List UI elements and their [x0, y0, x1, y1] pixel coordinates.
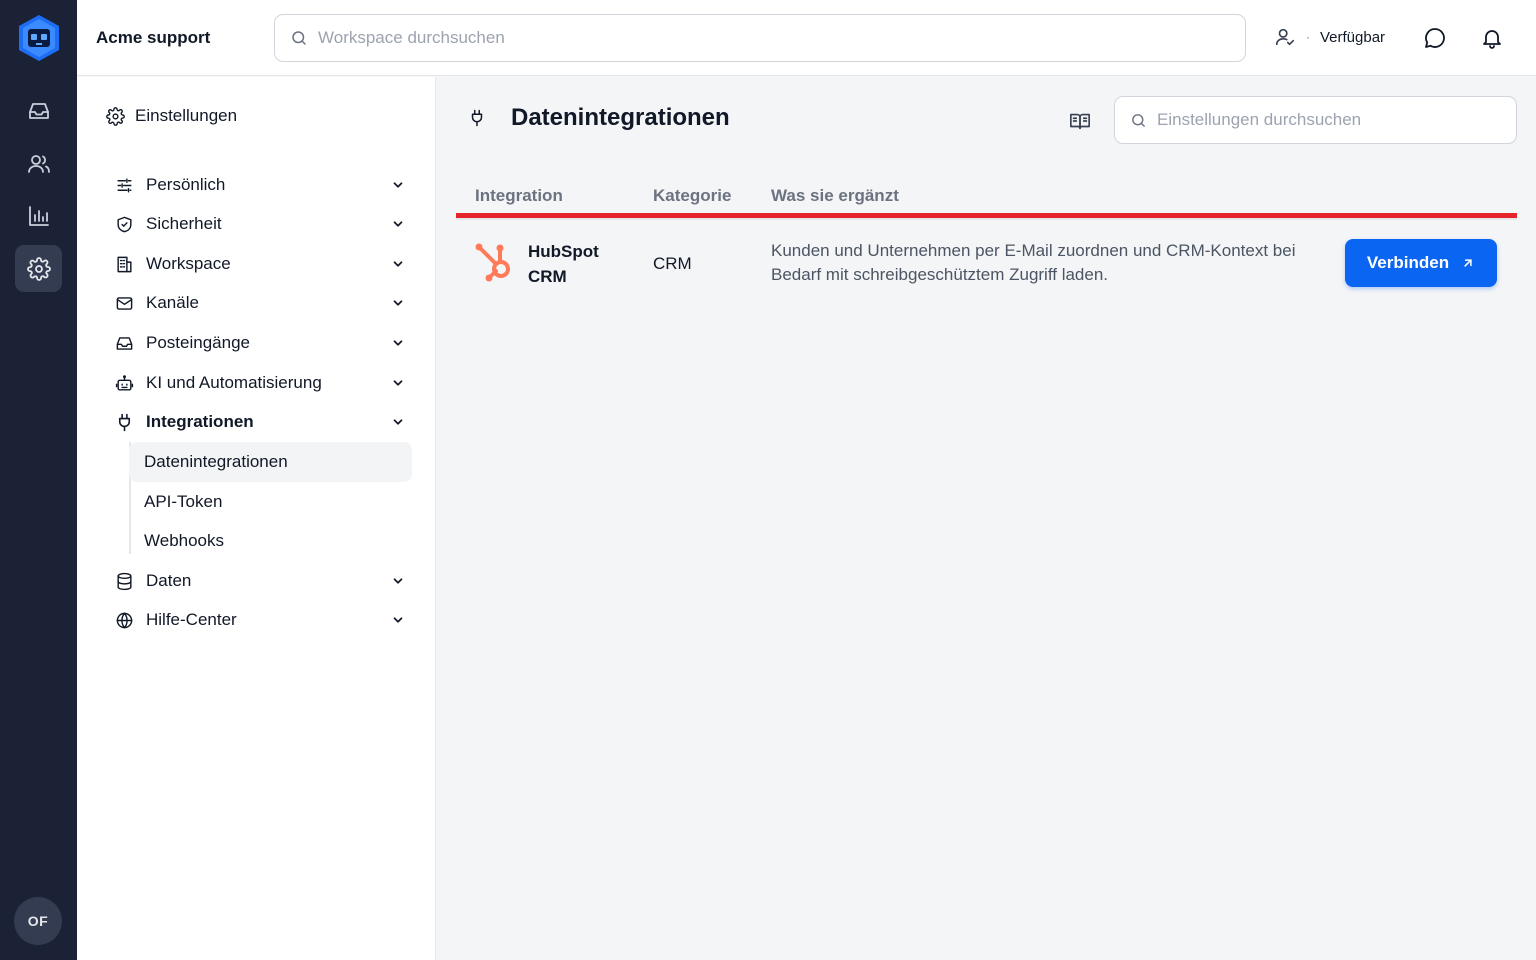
search-icon	[292, 31, 306, 45]
chat-icon[interactable]	[1423, 26, 1447, 50]
book-open-icon[interactable]	[1069, 110, 1091, 132]
app-rail: OF	[0, 0, 77, 960]
main-content: Datenintegrationen Einstellungen durchsu…	[437, 77, 1536, 960]
chevron-down-icon	[393, 221, 403, 227]
inbox-icon	[116, 336, 133, 350]
page-header: Datenintegrationen	[468, 104, 730, 132]
nav-label: KI und Automatisierung	[146, 373, 322, 392]
integration-name: HubSpot CRM	[528, 242, 599, 286]
app-logo-icon[interactable]	[15, 13, 63, 63]
nav-item-data[interactable]: Daten	[115, 563, 405, 599]
globe-icon	[116, 612, 133, 628]
column-header-description: Was sie ergänzt	[771, 186, 899, 205]
column-header-integration: Integration	[475, 186, 563, 205]
connect-button-label: Verbinden	[1366, 253, 1450, 272]
search-placeholder: Einstellungen durchsuchen	[1157, 110, 1362, 129]
connect-button[interactable]: Verbinden	[1345, 239, 1497, 287]
nav-label: Daten	[146, 571, 192, 590]
chart-icon	[28, 205, 49, 226]
availability-status[interactable]: · Verfügbar	[1274, 26, 1385, 48]
subnav-item-api-tokens[interactable]: API-Token	[129, 482, 412, 522]
nav-label: Workspace	[146, 254, 231, 273]
nav-item-help-center[interactable]: Hilfe-Center	[115, 602, 405, 638]
shield-icon	[117, 216, 132, 232]
chevron-down-icon	[393, 182, 403, 188]
nav-item-personal[interactable]: Persönlich	[115, 167, 405, 203]
nav-item-security[interactable]: Sicherheit	[115, 206, 405, 242]
workspace-name[interactable]: Acme support	[96, 28, 210, 48]
nav-label: Integrationen	[146, 412, 254, 431]
settings-search-input[interactable]: Einstellungen durchsuchen	[1114, 96, 1517, 144]
search-placeholder: Workspace durchsuchen	[318, 28, 505, 47]
subnav-item-webhooks[interactable]: Webhooks	[129, 521, 412, 561]
settings-sidebar: Einstellungen Persönlich Sicherheit Work…	[77, 77, 436, 960]
building-icon	[117, 256, 132, 272]
integration-description: Kunden und Unternehmen per E-Mail zuordn…	[771, 241, 1296, 284]
settings-heading: Einstellungen	[106, 106, 237, 126]
users-icon	[27, 154, 50, 173]
hubspot-logo-icon	[475, 243, 510, 282]
rail-contacts-button[interactable]	[15, 140, 62, 187]
robot-icon	[115, 374, 134, 391]
gear-icon	[26, 256, 51, 281]
header-divider	[456, 218, 1517, 220]
workspace-search-input[interactable]: Workspace durchsuchen	[274, 14, 1246, 62]
chevron-down-icon	[393, 340, 403, 346]
gear-icon	[106, 106, 125, 126]
external-link-icon	[1464, 259, 1472, 267]
nav-item-integrations[interactable]: Integrationen	[115, 404, 405, 440]
chevron-down-icon	[393, 419, 403, 425]
nav-label: Hilfe-Center	[146, 610, 237, 629]
user-avatar[interactable]: OF	[14, 897, 62, 945]
inbox-icon	[28, 102, 49, 119]
status-separator: ·	[1306, 30, 1310, 44]
chevron-down-icon	[393, 261, 403, 267]
nav-item-workspace[interactable]: Workspace	[115, 246, 405, 282]
mail-icon	[116, 296, 133, 310]
nav-label: Persönlich	[146, 175, 226, 194]
search-icon	[1132, 113, 1145, 127]
nav-label: Sicherheit	[146, 214, 222, 233]
chevron-down-icon	[393, 380, 403, 386]
rail-settings-button[interactable]	[15, 245, 62, 292]
sliders-icon	[117, 177, 132, 193]
bell-icon[interactable]	[1480, 26, 1504, 50]
chevron-down-icon	[393, 578, 403, 584]
settings-heading-label: Einstellungen	[135, 106, 238, 125]
rail-inbox-button[interactable]	[15, 87, 62, 134]
nav-item-channels[interactable]: Kanäle	[115, 285, 405, 321]
nav-label: Posteingänge	[146, 333, 250, 352]
nav-item-ai-automation[interactable]: KI und Automatisierung	[115, 365, 405, 401]
subnav-item-data-integrations[interactable]: Datenintegrationen	[129, 442, 412, 482]
chevron-down-icon	[393, 300, 403, 306]
chevron-down-icon	[393, 617, 403, 623]
integration-category: CRM	[653, 254, 692, 273]
user-status-icon	[1275, 28, 1295, 46]
nav-item-inboxes[interactable]: Posteingänge	[115, 325, 405, 361]
database-icon	[117, 572, 132, 590]
top-bar: Acme support Workspace durchsuchen · Ver…	[77, 0, 1536, 76]
rail-reports-button[interactable]	[15, 192, 62, 239]
plug-icon	[471, 109, 483, 127]
column-header-category: Kategorie	[653, 186, 732, 205]
nav-label: Kanäle	[146, 293, 199, 312]
plug-icon	[118, 413, 131, 431]
page-title: Datenintegrationen	[511, 104, 730, 131]
status-label: Verfügbar	[1320, 28, 1386, 46]
